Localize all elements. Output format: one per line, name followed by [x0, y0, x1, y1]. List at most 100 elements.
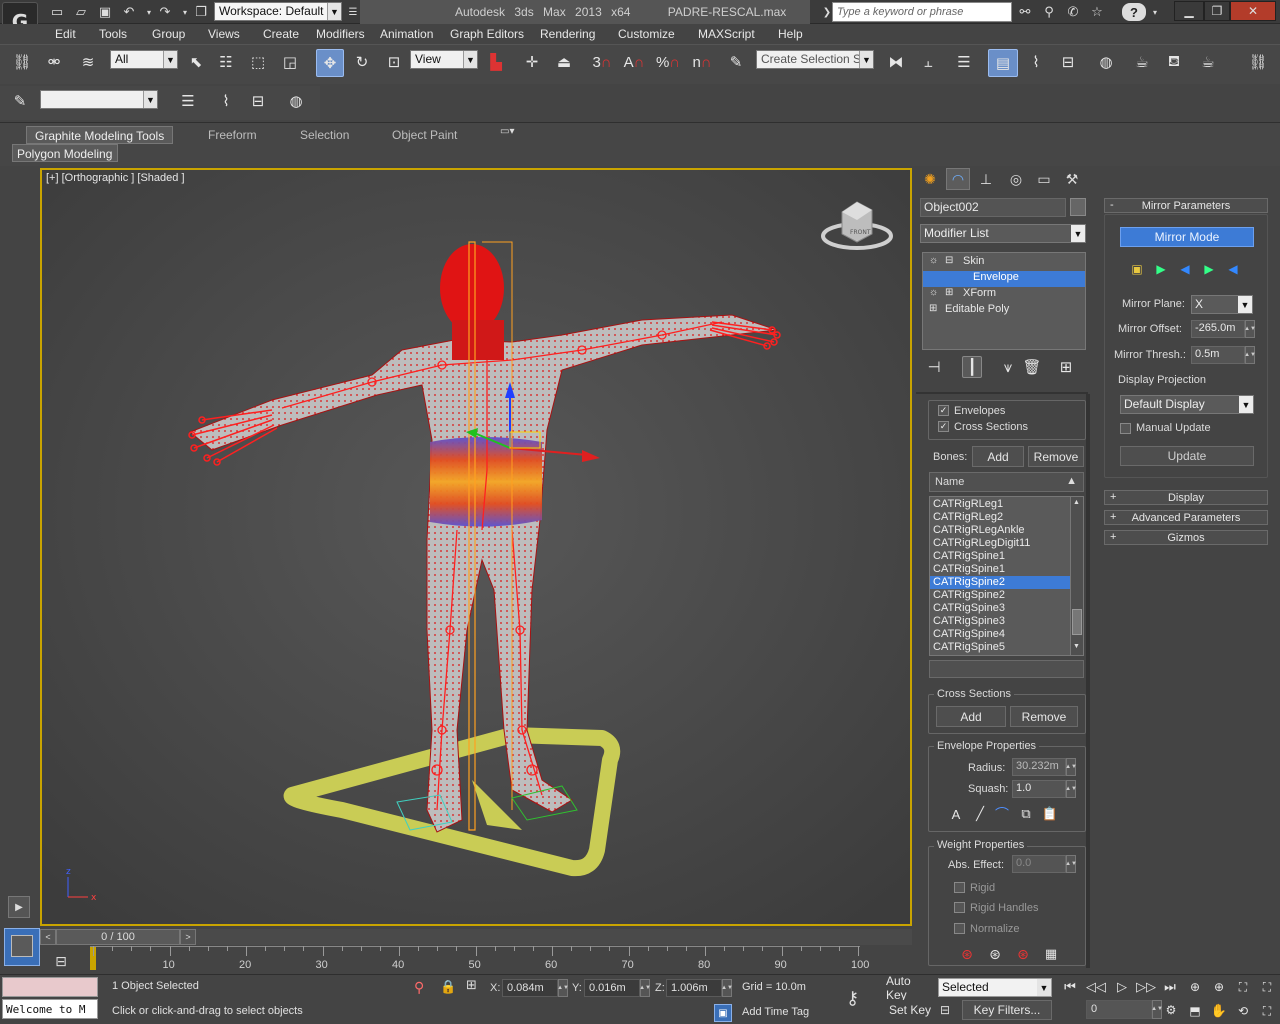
modifier-on-off-icon[interactable]: ☼ — [929, 287, 938, 298]
mirror-plane-dropdown[interactable]: X ▼ — [1191, 295, 1253, 314]
scroll-thumb[interactable] — [1072, 609, 1082, 635]
time-configuration-icon[interactable]: ⚙ — [1160, 1000, 1182, 1020]
spinner-snap-icon[interactable]: n ∩ — [690, 50, 714, 74]
expand-toggle-icon[interactable]: ⊞ — [945, 287, 953, 298]
radius-input[interactable]: 30.232m — [1012, 758, 1066, 776]
add-cross-section-button[interactable]: Add — [936, 706, 1006, 727]
zoom-extents-icon[interactable]: ⛶ — [1232, 976, 1254, 998]
align-icon[interactable]: ⫠ — [916, 50, 940, 74]
rotate-icon[interactable]: ↻ — [350, 50, 374, 74]
time-tag-icon[interactable]: ▣ — [714, 1004, 732, 1022]
time-slider-track[interactable] — [196, 929, 912, 945]
bone-list[interactable]: CATRigRLeg1 CATRigRLeg2 CATRigRLegAnkle CAT… — [929, 496, 1084, 656]
link-icon[interactable]: ⛓ — [1246, 50, 1270, 74]
panel-scrollbar[interactable] — [1086, 394, 1090, 968]
bone-list-item[interactable]: CATRigSpine1 — [930, 550, 1070, 563]
menu-graph-editors[interactable]: Graph Editors — [450, 27, 524, 41]
time-slider-handle[interactable]: 0 / 100 — [56, 929, 180, 945]
mirror-thresh-spinner[interactable]: ▲▼ — [1244, 346, 1256, 364]
field-of-view-icon[interactable]: ⬒ — [1184, 1000, 1206, 1022]
configure-modifier-sets-icon[interactable]: ⊞ — [1056, 356, 1076, 378]
layer-manager-icon[interactable]: ☰ — [176, 89, 200, 113]
edit-named-selection-icon[interactable]: ✎ — [724, 50, 748, 74]
squash-spinner[interactable]: ▲▼ — [1065, 780, 1077, 798]
open-file-icon[interactable]: ▱ — [72, 3, 90, 21]
object-name-input[interactable]: Object002 — [920, 198, 1066, 217]
ribbon-options-icon[interactable]: ▭▾ — [500, 126, 514, 137]
zoom-all-icon[interactable]: ⊕ — [1208, 976, 1230, 998]
linear-falloff-icon[interactable]: ╱ — [970, 804, 990, 824]
edit-named-selection-icon[interactable]: ✎ — [8, 89, 32, 113]
select-excluded-icon[interactable]: ⊛ — [1012, 944, 1034, 964]
modifier-stack[interactable]: ☼ ⊟ Skin Envelope ☼ ⊞ XForm ⊞ Editable Poly — [922, 252, 1086, 350]
rigid-handles-checkbox[interactable] — [954, 902, 965, 913]
bone-list-item[interactable]: CATRigSpine5 — [930, 641, 1070, 654]
z-coordinate-spinner[interactable]: ▲▼ — [721, 979, 733, 997]
ribbon-polygon-modeling[interactable]: Polygon Modeling — [12, 144, 118, 162]
pin-stack-icon[interactable]: ⊣ — [924, 356, 944, 378]
display-projection-dropdown[interactable]: Default Display ▼ — [1120, 395, 1254, 414]
bone-list-item[interactable]: CATRigSpine1 — [930, 563, 1070, 576]
menu-views[interactable]: Views — [208, 27, 240, 41]
menu-maxscript[interactable]: MAXScript — [698, 27, 755, 41]
squash-input[interactable]: 1.0 — [1012, 780, 1066, 798]
menu-help[interactable]: Help — [778, 27, 803, 41]
pivot-center-icon[interactable]: ▙ — [484, 50, 508, 74]
graphite-ribbon-toggle-icon[interactable]: ▤ — [988, 49, 1018, 77]
bone-list-item[interactable]: CATRigRLeg1 — [930, 498, 1070, 511]
render-setup-icon[interactable]: ☕ — [1130, 50, 1154, 74]
curve-editor-icon[interactable]: ⌇ — [214, 89, 238, 113]
bind-space-warp-icon[interactable]: ≋ — [76, 50, 100, 74]
help-dropdown-icon[interactable]: ▾ — [1146, 3, 1164, 21]
subscription-key-icon[interactable]: ⚲ — [1040, 3, 1058, 21]
menu-edit[interactable]: Edit — [55, 27, 76, 41]
move-icon[interactable]: ✥ — [316, 49, 344, 77]
mini-curve-editor-toggle[interactable] — [4, 928, 40, 966]
bone-list-item[interactable]: CATRigSpine2 — [930, 576, 1070, 589]
y-coordinate-spinner[interactable]: ▲▼ — [639, 979, 651, 997]
communication-icon[interactable]: ✆ — [1064, 3, 1082, 21]
layer-manager-icon[interactable]: ☰ — [952, 50, 976, 74]
schematic-view-icon[interactable]: ⊟ — [1056, 50, 1080, 74]
update-button[interactable]: Update — [1120, 446, 1254, 466]
scroll-down-icon[interactable]: ▼ — [1073, 643, 1080, 650]
zoom-extents-all-icon[interactable]: ⛶ — [1256, 976, 1278, 998]
mirror-offset-spinner[interactable]: ▲▼ — [1244, 320, 1256, 338]
bone-list-item[interactable]: CATRigRLegDigit11 — [930, 537, 1070, 550]
new-file-icon[interactable]: ▭ — [48, 3, 66, 21]
expand-toggle-icon[interactable]: ⊟ — [945, 255, 953, 266]
make-unique-icon[interactable]: ⩛ — [998, 356, 1018, 378]
menu-modifiers[interactable]: Modifiers — [316, 27, 365, 41]
binoculars-icon[interactable]: ⚯ — [1016, 3, 1034, 21]
redo-icon[interactable]: ↷ — [156, 3, 174, 21]
percent-snap-icon[interactable]: % ∩ — [656, 50, 680, 74]
menu-rendering[interactable]: Rendering — [540, 27, 595, 41]
y-coordinate-input[interactable]: 0.016m — [584, 979, 640, 997]
viewport-orthographic[interactable]: FRONT z x [+] [Orthographic ] [Shaded ] — [40, 168, 912, 926]
material-editor-icon[interactable]: ◍ — [284, 89, 308, 113]
rollout-gizmos[interactable]: + Gizmos — [1104, 530, 1268, 545]
mirror-offset-input[interactable]: -265.0m — [1191, 320, 1245, 338]
set-key-button[interactable]: Set Key — [886, 1000, 934, 1020]
next-frame-icon[interactable]: ▷▷ — [1134, 976, 1158, 998]
modifier-list-dropdown[interactable]: Modifier List ▼ — [920, 224, 1086, 243]
modify-tab-icon[interactable]: ◠ — [946, 168, 970, 190]
display-tab-icon[interactable]: ▭ — [1032, 168, 1056, 190]
object-color-swatch[interactable] — [1070, 198, 1086, 216]
bone-list-item[interactable]: CATRigRLeg2 — [930, 511, 1070, 524]
stack-item-skin[interactable]: ☼ ⊟ Skin — [923, 255, 1085, 271]
menu-animation[interactable]: Animation — [380, 27, 433, 41]
menu-customize[interactable]: Customize — [618, 27, 675, 41]
isolate-selection-icon[interactable]: ⚲ — [414, 979, 424, 996]
mirror-paste-icon[interactable]: ▣ — [1128, 260, 1146, 278]
keyboard-shortcut-override-icon[interactable]: ⏏ — [552, 50, 576, 74]
help-icon[interactable]: ? — [1122, 3, 1146, 21]
maxscript-listener-pink[interactable] — [2, 977, 98, 997]
add-time-tag-button[interactable]: Add Time Tag — [738, 1004, 834, 1022]
play-icon[interactable]: ▷ — [1110, 976, 1134, 998]
ribbon-tab-freeform[interactable]: Freeform — [200, 126, 265, 144]
stack-item-editable-poly[interactable]: ⊞ Editable Poly — [923, 303, 1085, 319]
bone-name-field[interactable] — [929, 660, 1084, 678]
radius-spinner[interactable]: ▲▼ — [1065, 758, 1077, 776]
search-input[interactable]: Type a keyword or phrase — [832, 2, 1012, 22]
